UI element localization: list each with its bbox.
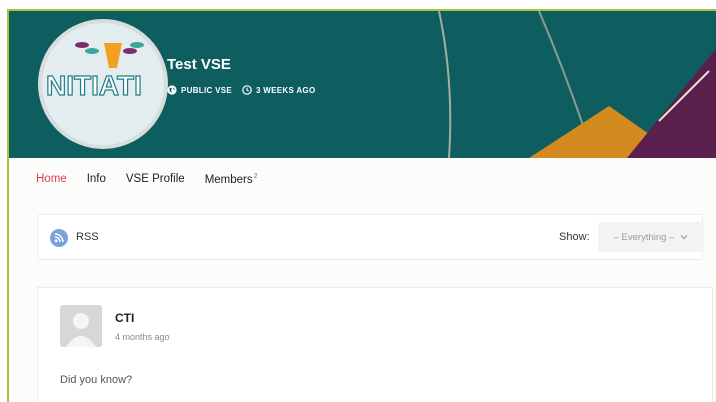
post-timestamp[interactable]: 4 months ago <box>115 332 170 342</box>
nav-members-label: Members <box>204 173 253 186</box>
rss-icon[interactable] <box>50 229 68 247</box>
activity-item: CTI 4 months ago Did you know? <box>37 287 713 402</box>
svg-text:NITIATI: NITIATI <box>46 70 142 101</box>
group-nav: Home Info VSE Profile Members2 <box>36 173 278 186</box>
activity-filter-bar: RSS Show: – Everything – <box>37 214 704 260</box>
default-user-icon <box>60 305 102 347</box>
post-author[interactable]: CTI <box>115 311 134 325</box>
post-content: Did you know? <box>60 374 133 386</box>
activity-filter-value: – Everything – <box>613 231 675 243</box>
initiative-logo-icon: NITIATI <box>42 23 164 145</box>
nav-info[interactable]: Info <box>87 173 106 186</box>
last-active-label: 3 WEEKS AGO <box>256 85 316 95</box>
group-avatar[interactable]: NITIATI <box>38 19 168 149</box>
page-frame: NITIATI Test VSE PUBLIC VSE 3 WEEKS AGO … <box>7 9 716 402</box>
nav-members[interactable]: Members2 <box>205 173 258 186</box>
group-meta: PUBLIC VSE 3 WEEKS AGO <box>167 85 315 95</box>
visibility-label: PUBLIC VSE <box>181 85 233 95</box>
members-count-badge: 2 <box>253 173 258 180</box>
nav-vse-profile[interactable]: VSE Profile <box>126 173 185 186</box>
group-cover: NITIATI Test VSE PUBLIC VSE 3 WEEKS AGO <box>9 11 716 158</box>
group-title: Test VSE <box>167 56 231 73</box>
chevron-down-icon <box>680 235 688 240</box>
clock-icon <box>242 85 252 95</box>
show-label: Show: <box>559 231 590 243</box>
rss-link[interactable]: RSS <box>76 231 99 243</box>
nav-home[interactable]: Home <box>36 173 67 186</box>
globe-icon <box>167 85 177 95</box>
author-avatar[interactable] <box>60 305 102 347</box>
activity-filter-select[interactable]: – Everything – <box>598 222 704 252</box>
